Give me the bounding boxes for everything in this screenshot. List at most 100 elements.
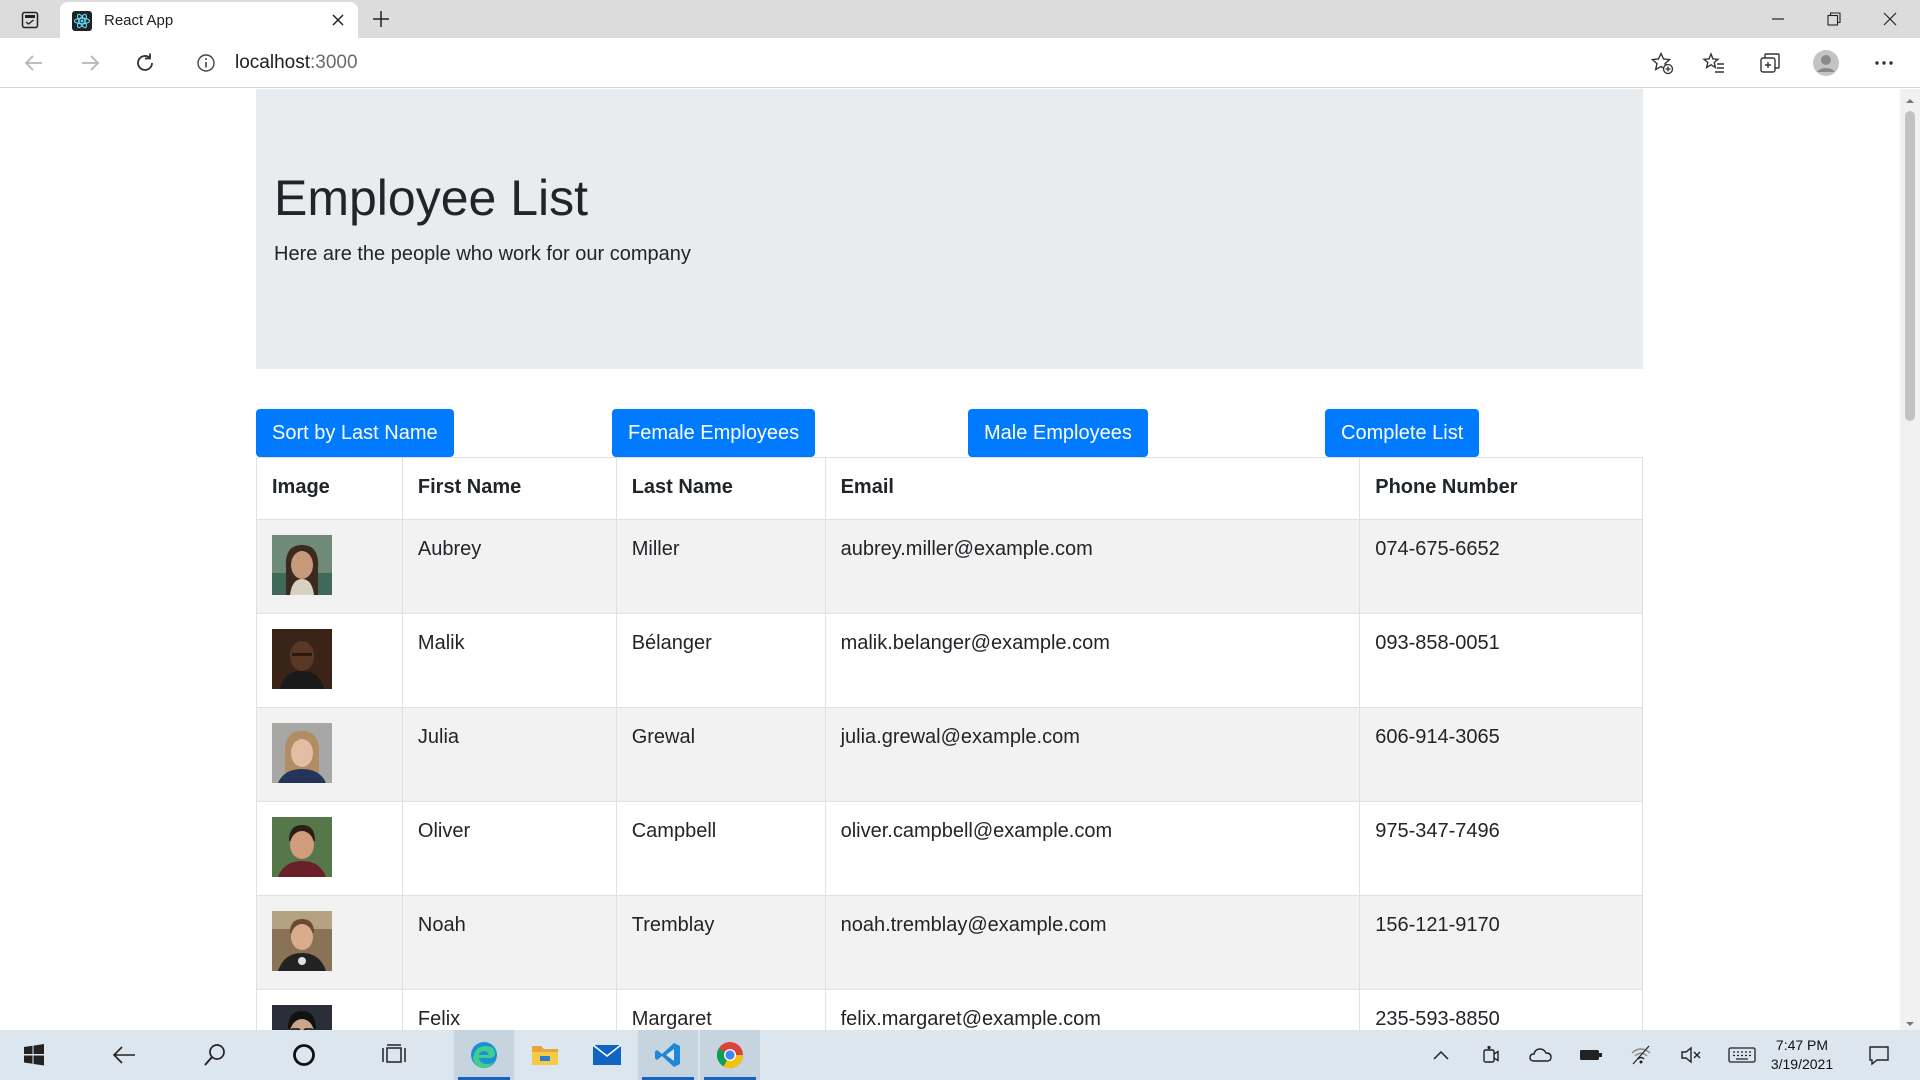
image-cell [256, 613, 403, 708]
employee-photo [272, 723, 332, 783]
edge-browser-icon[interactable] [454, 1030, 514, 1080]
touch-keyboard-icon[interactable] [1727, 1042, 1757, 1068]
browser-toolbar: localhost:3000 [0, 38, 1920, 88]
windows-start-icon[interactable] [4, 1030, 64, 1080]
image-cell [256, 989, 403, 1030]
more-options-icon[interactable] [1868, 47, 1900, 79]
back-arrow-icon[interactable] [94, 1030, 154, 1080]
profile-avatar-icon[interactable] [1810, 47, 1842, 79]
restore-icon[interactable] [1806, 0, 1862, 38]
column-header-email[interactable]: Email [824, 457, 1361, 520]
wifi-icon[interactable] [1628, 1042, 1654, 1068]
page-subtitle: Here are the people who work for our com… [274, 243, 691, 265]
email-cell: julia.grewal@example.com [824, 707, 1361, 802]
table-row: Malik Bélanger malik.belanger@example.co… [256, 613, 1643, 708]
column-header-last-name[interactable]: Last Name [615, 457, 826, 520]
phone-cell: 156-121-9170 [1359, 895, 1643, 990]
close-window-icon[interactable] [1862, 0, 1918, 38]
last-name-cell: Bélanger [615, 613, 826, 708]
image-cell [256, 895, 403, 990]
phone-cell: 093-858-0051 [1359, 613, 1643, 708]
tab-actions-icon[interactable] [18, 8, 42, 32]
header-jumbotron: Employee List Here are the people who wo… [256, 89, 1643, 369]
table-row: Felix Margaret felix.margaret@example.co… [256, 989, 1643, 1030]
clock-time: 7:47 PM [1775, 1037, 1829, 1053]
site-info-icon[interactable] [196, 53, 216, 73]
table-header: Image First Name Last Name Email Phone N… [256, 457, 1643, 520]
first-name-cell: Noah [401, 895, 617, 990]
onedrive-icon[interactable] [1528, 1042, 1554, 1068]
mail-icon[interactable] [577, 1030, 637, 1080]
page-title: Employee List [274, 170, 589, 226]
column-header-phone[interactable]: Phone Number [1359, 457, 1643, 520]
table-body: Aubrey Miller aubrey.miller@example.com … [256, 519, 1643, 1030]
address-bar[interactable]: localhost:3000 [180, 44, 1682, 82]
page-viewport: Employee List Here are the people who wo… [0, 89, 1900, 1030]
header-row: Image First Name Last Name Email Phone N… [256, 457, 1643, 520]
first-name-cell: Julia [401, 707, 617, 802]
email-cell: felix.margaret@example.com [824, 989, 1361, 1030]
tab-title: React App [104, 12, 174, 29]
battery-icon[interactable] [1578, 1042, 1604, 1068]
browser-tab[interactable]: React App [60, 2, 358, 38]
address-url[interactable]: localhost:3000 [235, 52, 358, 74]
volume-muted-icon[interactable] [1678, 1042, 1704, 1068]
vscode-icon[interactable] [638, 1030, 698, 1080]
windows-taskbar: 7:47 PM 3/19/2021 [0, 1030, 1920, 1080]
email-cell: oliver.campbell@example.com [824, 801, 1361, 896]
sort-by-last-name-button[interactable]: Sort by Last Name [256, 409, 454, 457]
new-tab-icon[interactable] [368, 6, 394, 32]
scroll-up-arrow-icon[interactable] [1905, 93, 1915, 103]
employee-photo [272, 629, 332, 689]
close-tab-icon[interactable] [328, 10, 348, 30]
clock-date: 3/19/2021 [1770, 1056, 1834, 1072]
last-name-cell: Grewal [615, 707, 826, 802]
last-name-cell: Margaret [615, 989, 826, 1030]
employee-table: Image First Name Last Name Email Phone N… [256, 457, 1643, 1030]
email-cell: noah.tremblay@example.com [824, 895, 1361, 990]
show-hidden-icons-icon[interactable] [1428, 1042, 1454, 1068]
taskbar-clock[interactable]: 7:47 PM 3/19/2021 [1760, 1036, 1844, 1074]
phone-cell: 074-675-6652 [1359, 519, 1643, 614]
meet-now-icon[interactable] [1478, 1042, 1504, 1068]
column-header-image[interactable]: Image [256, 457, 403, 520]
table-row: Aubrey Miller aubrey.miller@example.com … [256, 519, 1643, 614]
cortana-icon[interactable] [274, 1030, 334, 1080]
last-name-cell: Tremblay [615, 895, 826, 990]
image-cell [256, 707, 403, 802]
male-employees-button[interactable]: Male Employees [968, 409, 1148, 457]
phone-cell: 235-593-8850 [1359, 989, 1643, 1030]
chrome-icon[interactable] [700, 1030, 760, 1080]
column-header-first-name[interactable]: First Name [401, 457, 617, 520]
scrollbar-thumb[interactable] [1905, 111, 1915, 421]
first-name-cell: Malik [401, 613, 617, 708]
first-name-cell: Felix [401, 989, 617, 1030]
last-name-cell: Campbell [615, 801, 826, 896]
employee-photo [272, 1005, 332, 1030]
notifications-icon[interactable] [1866, 1042, 1892, 1068]
scroll-down-arrow-icon[interactable] [1905, 1016, 1915, 1026]
refresh-icon[interactable] [129, 47, 161, 79]
image-cell [256, 801, 403, 896]
back-icon[interactable] [18, 47, 50, 79]
phone-cell: 606-914-3065 [1359, 707, 1643, 802]
favorites-icon[interactable] [1698, 47, 1730, 79]
table-row: Noah Tremblay noah.tremblay@example.com … [256, 895, 1643, 990]
female-employees-button[interactable]: Female Employees [612, 409, 816, 457]
employee-photo [272, 535, 332, 595]
page-scrollbar[interactable] [1900, 89, 1920, 1030]
employee-photo [272, 911, 332, 971]
address-host: localhost [235, 52, 310, 73]
first-name-cell: Aubrey [401, 519, 617, 614]
search-icon[interactable] [185, 1030, 245, 1080]
complete-list-button[interactable]: Complete List [1325, 409, 1480, 457]
email-cell: malik.belanger@example.com [824, 613, 1361, 708]
add-favorite-icon[interactable] [1650, 51, 1674, 75]
file-explorer-icon[interactable] [515, 1030, 575, 1080]
forward-icon[interactable] [74, 47, 106, 79]
collections-icon[interactable] [1754, 47, 1786, 79]
first-name-cell: Oliver [401, 801, 617, 896]
task-view-icon[interactable] [364, 1030, 424, 1080]
image-cell [256, 519, 403, 614]
minimize-icon[interactable] [1750, 0, 1806, 38]
